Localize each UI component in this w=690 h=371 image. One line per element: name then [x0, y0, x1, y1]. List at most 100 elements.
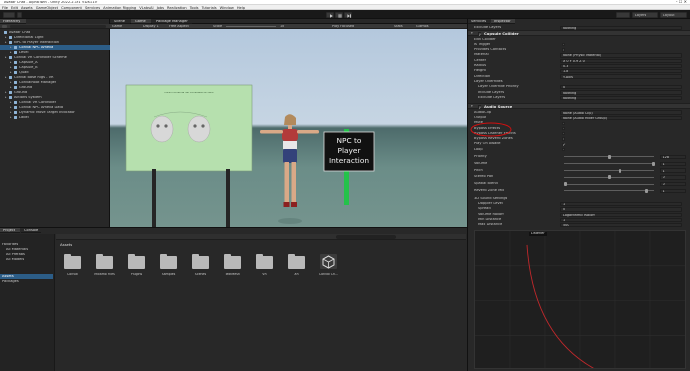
hierarchy-row-label: Convai NPC Amelia Data — [19, 105, 64, 109]
layers-dropdown[interactable]: Layers — [632, 11, 658, 18]
hierarchy-row-label: Capsule_B — [19, 65, 38, 69]
hierarchy-row-label: Quad — [19, 70, 29, 74]
tab-project-label: Project — [3, 228, 16, 232]
hierarchy-row-label: ConvaiRoot Manager — [19, 80, 57, 84]
expand-arrow-icon[interactable]: ▸ — [10, 111, 12, 114]
folder-item[interactable]: Mixamo Files — [92, 252, 117, 286]
hierarchy-row-label: Directional Light — [14, 35, 44, 39]
hierarchy-row-label: Avatar Chat — [9, 30, 31, 34]
gameobject-icon — [9, 36, 12, 39]
expand-arrow-icon[interactable]: ▸ — [5, 41, 7, 44]
fav-materials-label: All Materials — [6, 247, 29, 251]
folder-item[interactable]: TextMesh — [220, 252, 245, 286]
play-button[interactable] — [326, 11, 334, 18]
expand-arrow-icon[interactable]: ▸ — [5, 96, 7, 99]
folder-item[interactable]: Convai — [60, 252, 85, 286]
tab-project[interactable]: Project — [0, 228, 20, 233]
layout-dropdown[interactable]: Layout — [660, 11, 687, 18]
hierarchy-row-label: Dynamic Move Target Indicator — [19, 110, 75, 114]
account-button[interactable] — [3, 11, 15, 18]
expand-arrow-icon[interactable]: ▸ — [10, 81, 12, 84]
project-panel: Project Console Favorites All Materials … — [0, 227, 467, 371]
expand-arrow-icon[interactable]: ▸ — [10, 116, 12, 119]
step-button[interactable] — [344, 11, 352, 18]
folder-label: XR — [294, 273, 299, 276]
tab-console-label: Console — [24, 228, 39, 232]
window-controls[interactable]: – ☐ ✕ — [676, 0, 687, 4]
expand-arrow-icon[interactable]: ▸ — [5, 56, 7, 59]
cloud-icon[interactable] — [17, 11, 22, 18]
unity-scene-icon — [320, 254, 337, 269]
add-icon[interactable] — [2, 24, 7, 28]
folder-label: Samples — [161, 273, 176, 276]
scale-value: 1x — [280, 24, 285, 28]
folder-label: Convai — [67, 273, 78, 276]
expand-arrow-icon[interactable]: ▸ — [10, 86, 12, 89]
folder-item[interactable]: Convai Ch... — [316, 252, 341, 286]
folder-icon — [224, 254, 241, 269]
folder-item[interactable]: Scenes — [188, 252, 213, 286]
expand-arrow-icon[interactable]: ▸ — [10, 101, 12, 104]
scale-slider[interactable] — [226, 26, 276, 28]
tab-scene-label: Scene — [114, 19, 125, 23]
gameobject-icon — [9, 96, 12, 99]
gameobject-icon — [4, 31, 7, 34]
folder-label: Plugins — [130, 273, 143, 276]
tab-game-label: Game — [135, 19, 146, 23]
expand-arrow-icon[interactable]: ▸ — [5, 76, 7, 79]
search-icon[interactable] — [616, 11, 630, 18]
folder-label: VR — [262, 273, 267, 276]
folder-item[interactable]: XR — [284, 252, 309, 286]
expand-arrow-icon[interactable]: ▸ — [10, 61, 12, 64]
tab-console[interactable]: Console — [21, 228, 41, 233]
npc-arm-left — [260, 130, 283, 134]
aspect-dropdown[interactable]: Free Aspect — [169, 25, 189, 28]
expand-arrow-icon[interactable]: ▸ — [5, 91, 7, 94]
hierarchy-row-label: Label — [19, 115, 29, 119]
pause-button[interactable] — [335, 11, 343, 18]
hierarchy-row-label: Level — [19, 50, 29, 54]
hierarchy-search-bar[interactable] — [0, 24, 110, 29]
hierarchy-row-label: Ground — [19, 85, 33, 89]
search-input[interactable] — [10, 24, 106, 29]
gizmos-button[interactable]: Gizmos — [416, 25, 429, 28]
folder-item[interactable]: Plugins — [124, 252, 149, 286]
folder-item[interactable]: Samples — [156, 252, 181, 286]
expand-arrow-icon[interactable]: ▸ — [10, 51, 12, 54]
packages-folder-label: Packages — [2, 279, 19, 283]
project-sidebar: Favorites All Materials All Prefabs All … — [0, 234, 55, 371]
layout-label: Layout — [663, 13, 675, 17]
expand-arrow-icon[interactable]: ▸ — [5, 36, 7, 39]
hierarchy-row-label: Ground — [14, 90, 28, 94]
hierarchy-row[interactable]: ▸ Label — [0, 115, 110, 120]
project-search-input[interactable] — [336, 234, 396, 239]
robot-head-right — [187, 115, 211, 143]
billboard-post-left — [152, 169, 156, 227]
expand-arrow-icon[interactable]: ▸ — [10, 71, 12, 74]
folder-item[interactable]: VR — [252, 252, 277, 286]
hierarchy-row-label: Convai Base Rigs - VR — [14, 75, 54, 79]
sign-label: NPC to Player Interaction — [328, 136, 370, 165]
assets-folder[interactable]: Assets — [0, 274, 53, 279]
display-dropdown[interactable]: Display 1 — [143, 25, 159, 28]
gameobject-icon — [14, 101, 17, 104]
gameobject-icon — [14, 86, 17, 89]
gameobject-icon — [14, 61, 17, 64]
annotation-layer — [470, 122, 512, 137]
stats-button[interactable]: Stats — [394, 25, 403, 28]
gameobject-icon — [14, 66, 17, 69]
expand-arrow-icon[interactable]: ▸ — [10, 66, 12, 69]
game-viewport[interactable]: Lorem Amanda Vel Consulate Archers NPC t… — [110, 29, 467, 227]
billboard-post-right — [226, 169, 230, 227]
gameobject-icon — [14, 116, 17, 119]
expand-arrow-icon[interactable]: ▸ — [10, 106, 12, 109]
game-dropdown[interactable]: Game — [112, 25, 122, 28]
hierarchy-row-label: Convai NPC Amelia — [19, 45, 54, 49]
npc-top-red — [282, 129, 298, 141]
folder-label: TextMesh — [225, 273, 240, 276]
folder-icon — [160, 254, 177, 269]
expand-arrow-icon[interactable]: ▸ — [10, 46, 12, 49]
play-focused-dropdown[interactable]: Play Focused — [332, 25, 354, 28]
billboard-title: Lorem Amanda Vel Consulate Archers — [164, 92, 214, 94]
project-toolbar — [56, 234, 466, 240]
